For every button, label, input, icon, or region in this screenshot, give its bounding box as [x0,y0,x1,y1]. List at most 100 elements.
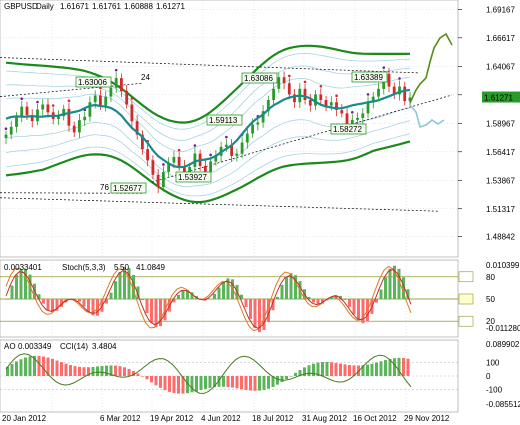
ao-hist-bar-76 [348,364,351,376]
stoch-hist-bar-31 [145,299,149,314]
stoch-level-box-2 [458,293,474,305]
ao-hist-bar-87 [397,357,401,376]
candle-body-32 [172,157,176,163]
ytick-label-5: 1.56417 [486,148,515,157]
ao-hist-bar-20 [96,366,99,376]
ao-hist-bar-4 [24,357,27,376]
stoch-ytick-0: 0.010399 [486,261,520,270]
ao-hist-bar-44 [204,376,207,389]
ao-hist-bar-5 [28,356,32,376]
stoch-ytick-1: 80 [486,273,495,282]
candle-body-14 [78,120,81,133]
ao-hist-bar-32 [150,376,153,383]
cci-header-value: 3.4804 [92,342,117,351]
candle-body-30 [162,171,165,188]
ao-hist-bar-54 [249,376,252,391]
fractal-dot-54 [288,74,291,78]
candle-body-62 [329,102,333,106]
ao-ytick-1: 100 [486,358,500,367]
ao-ytick-3: -100 [486,386,503,395]
ao-hist-bar-42 [195,376,198,392]
ohlc-open: 1.61671 [60,2,89,11]
ao-hist-bar-67 [307,365,311,376]
fractal-dot-21 [114,68,118,72]
ao-ytick-4: -0.085512 [486,400,520,409]
stoch-hist-bar-16 [78,299,81,302]
candle-body-71 [377,88,380,97]
fractal-dot-0 [4,127,8,131]
ao-header-name: AO [4,342,16,351]
ao-hist-bar-70 [321,362,324,376]
ao-hist-bar-80 [366,364,369,376]
ao-hist-bar-17 [82,367,86,376]
candle-body-3 [20,106,24,117]
candle-body-61 [324,100,328,106]
stoch-hist-bar-55 [253,299,257,329]
ao-hist-bar-3 [19,359,23,376]
ytick-label-2: 1.64067 [486,62,515,71]
ao-ytick-0: 0.089902 [486,340,520,349]
candle-body-15 [83,116,87,121]
fractal-dot-57 [303,80,307,84]
ao-hist-bar-22 [105,365,108,376]
candle-body-21 [114,78,118,88]
candle-body-4 [25,106,29,116]
stoch-header-d: 41.0849 [136,263,165,272]
fractal-dot-69 [366,93,370,96]
ao-hist-bar-24 [114,365,117,376]
stoch-hist-bar-17 [82,299,86,307]
current-price-label: 1.61271 [484,94,513,103]
ao-hist-bar-1 [10,364,14,376]
fractal-dot-12 [67,99,71,103]
ao-hist-bar-21 [100,366,104,376]
fractal-dot-39 [209,153,212,157]
candle-body-51 [272,88,275,100]
stoch-hist-bar-3 [19,269,23,299]
candle-body-22 [120,78,123,92]
candle-body-20 [109,87,113,97]
candle-body-17 [93,95,97,103]
candle-body-60 [319,94,323,100]
fractal-dot-66 [350,110,354,114]
candle-body-29 [156,174,160,188]
stoch-ytick-2: 50 [486,295,495,304]
cci-header-name: CCI(14) [60,342,88,351]
candle-body-27 [146,149,149,161]
stoch-hist-bar-76 [348,299,351,307]
candle-body-45 [240,142,244,154]
stoch-hist-bar-8 [42,299,45,304]
ao-hist-bar-89 [406,358,410,376]
ytick-label-1: 1.66617 [486,34,515,43]
candle-body-23 [125,91,129,105]
ao-hist-bar-52 [240,376,243,390]
stoch-hist-bar-78 [357,299,360,321]
stoch-hist-bar-32 [150,299,153,323]
stoch-hist-bar-1 [10,285,14,299]
candle-body-13 [72,125,76,133]
ao-hist-bar-48 [222,376,225,387]
ao-hist-bar-10 [51,358,54,376]
candle-body-69 [366,102,370,114]
ao-hist-bar-2 [15,361,18,376]
ao-hist-bar-74 [339,363,342,376]
chart-canvas: 1.63006 1.63086 1.63389 1.59113 1.58272 1.539… [0,0,520,425]
price-label-text-1: 1.63086 [244,74,273,83]
stoch-hist-bar-60 [276,296,279,299]
ao-hist-bar-31 [145,376,149,380]
candle-body-33 [177,157,181,166]
stoch-hist-bar-68 [312,299,315,303]
ao-hist-bar-83 [379,361,383,376]
xtick-label-3: 4 Jun 2012 [201,414,241,423]
stoch-hist-bar-77 [352,299,356,315]
candle-body-52 [277,77,281,89]
xtick-label-1: 6 Mar 2012 [100,414,141,423]
timeframe-label: Daily [36,2,54,11]
stoch-header-name: Stoch(5,3,3) [62,263,106,272]
ao-hist-bar-51 [235,376,239,389]
ao-hist-bar-8 [42,356,45,376]
candle-body-54 [287,83,291,95]
ao-hist-bar-7 [37,355,41,376]
candle-body-7 [41,104,45,110]
ao-hist-bar-25 [118,366,122,376]
stoch-ytick-4: -0.011280 [486,324,520,333]
